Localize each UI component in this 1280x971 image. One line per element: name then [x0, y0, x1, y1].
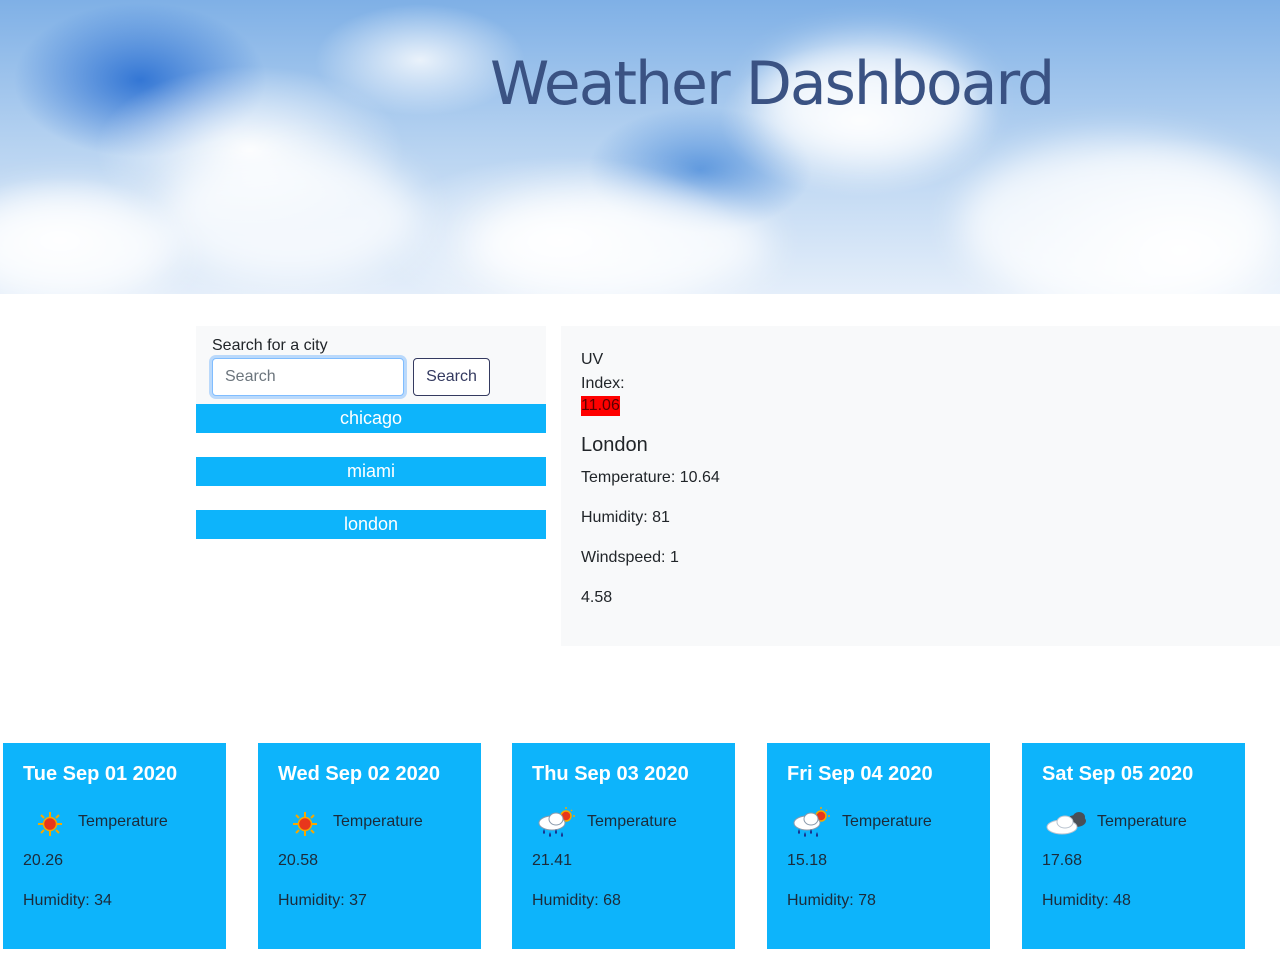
search-panel: Search for a city Search	[196, 326, 546, 404]
forecast-temperature-label: Temperature	[78, 813, 168, 830]
forecast-date: Sat Sep 05 2020	[1042, 763, 1194, 785]
forecast-temperature-label: Temperature	[333, 813, 423, 830]
cloud-icon	[1046, 812, 1086, 835]
rain-sun-icon	[538, 807, 575, 837]
forecast-temperature: 21.41	[532, 852, 573, 869]
forecast-humidity: Humidity: 48	[1042, 892, 1131, 909]
search-label: Search for a city	[212, 337, 328, 354]
forecast-temperature: 20.58	[278, 852, 319, 869]
forecast-card: Fri Sep 04 2020 Temperature 15.18 Humidi…	[767, 743, 990, 949]
history-city-button[interactable]: london	[196, 510, 546, 539]
forecast-date: Thu Sep 03 2020	[532, 763, 689, 785]
forecast-temperature: 20.26	[23, 852, 64, 869]
header-banner: Weather Dashboard	[0, 0, 1280, 294]
cloud-decoration	[470, 190, 770, 294]
forecast-temperature: 15.18	[787, 852, 828, 869]
search-button[interactable]: Search	[413, 358, 490, 396]
forecast-card: Wed Sep 02 2020 Temperature 20.58 Humidi…	[258, 743, 481, 949]
forecast-temperature-label: Temperature	[842, 813, 932, 830]
uv-index-label: UV Index:	[581, 351, 625, 392]
forecast-date: Fri Sep 04 2020	[787, 763, 933, 785]
cloud-decoration	[0, 190, 180, 294]
forecast-temperature-label: Temperature	[587, 813, 677, 830]
history-city-button[interactable]: chicago	[196, 404, 546, 433]
forecast-humidity: Humidity: 78	[787, 892, 876, 909]
rain-sun-icon	[793, 807, 830, 837]
forecast-temperature: 17.68	[1042, 852, 1083, 869]
cloud-decoration	[960, 140, 1280, 294]
current-weather-panel: UV Index: 11.06 London Temperature: 10.6…	[561, 326, 1280, 646]
history-city-button[interactable]: miami	[196, 457, 546, 486]
forecast-date: Tue Sep 01 2020	[23, 763, 178, 785]
current-city-name: London	[581, 434, 648, 456]
sun-icon	[293, 812, 317, 836]
current-temperature: Temperature: 10.64	[581, 469, 720, 486]
forecast-date: Wed Sep 02 2020	[278, 763, 440, 785]
forecast-humidity: Humidity: 37	[278, 892, 367, 909]
search-input[interactable]	[212, 358, 404, 396]
sun-icon	[38, 812, 62, 836]
forecast-card: Tue Sep 01 2020 Temperature 20.26 Humidi…	[3, 743, 226, 949]
current-extra-value: 4.58	[581, 589, 613, 606]
forecast-card: Thu Sep 03 2020 Temperature 21.41 Humidi…	[512, 743, 735, 949]
forecast-humidity: Humidity: 34	[23, 892, 112, 909]
forecast-humidity: Humidity: 68	[532, 892, 621, 909]
current-windspeed: Windspeed: 1	[581, 549, 679, 566]
uv-index-badge: 11.06	[581, 396, 620, 416]
forecast-temperature-label: Temperature	[1097, 813, 1187, 830]
forecast-card: Sat Sep 05 2020 Temperature 17.68 Humidi…	[1022, 743, 1245, 949]
page-title: Weather Dashboard	[490, 49, 1055, 119]
current-humidity: Humidity: 81	[581, 509, 670, 526]
cloud-decoration	[160, 150, 420, 280]
